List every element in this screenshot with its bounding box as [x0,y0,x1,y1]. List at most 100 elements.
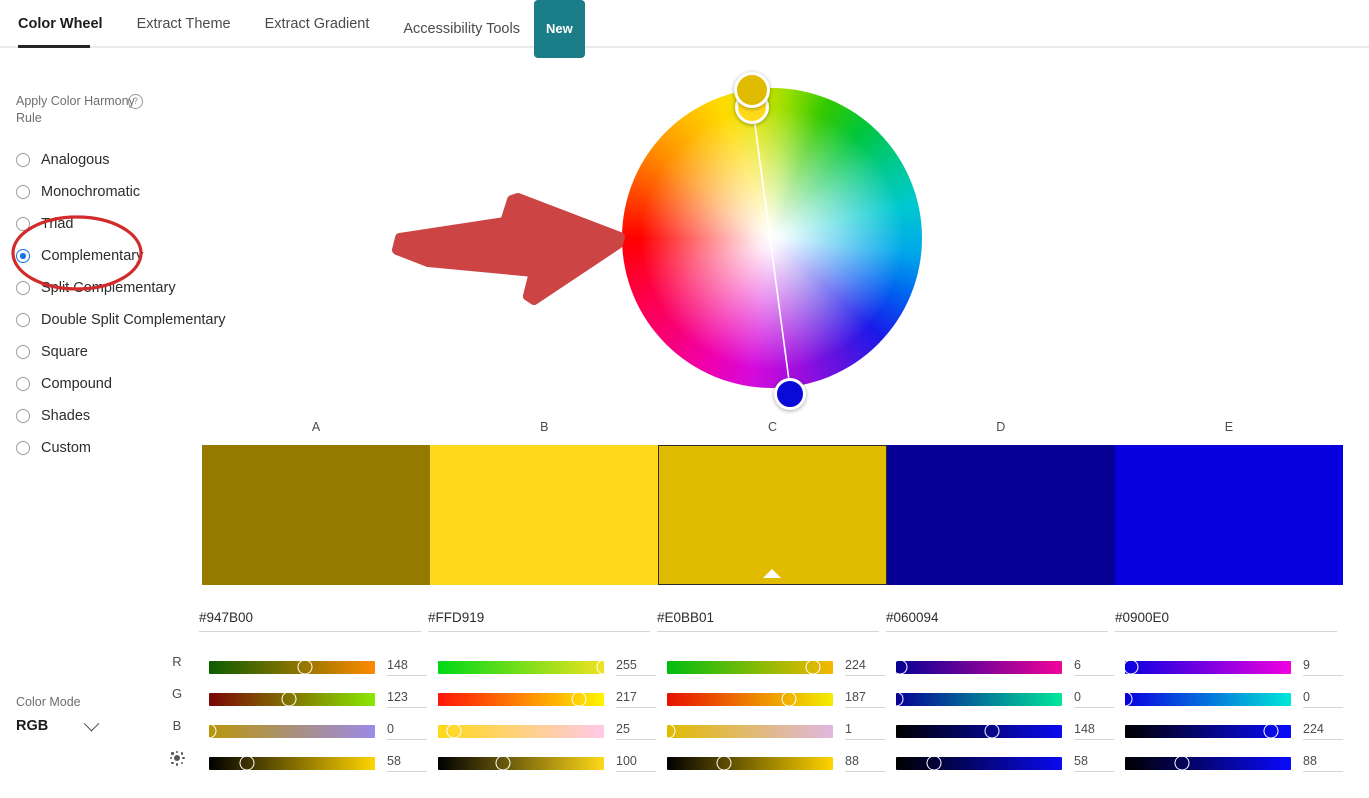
color-swatch-a[interactable] [202,445,430,585]
slider-track-g[interactable] [438,691,604,707]
slider-track-brightness[interactable] [209,755,375,771]
radio-button[interactable] [16,441,30,455]
slider-thumb-b[interactable] [1263,723,1279,739]
channel-value-r[interactable]: 9 [1303,658,1343,676]
slider-track-brightness[interactable] [1125,755,1291,771]
slider-track-g[interactable] [888,691,1062,707]
channel-value-r[interactable]: 6 [1074,658,1114,676]
channel-value-b[interactable]: 25 [616,722,656,740]
slider-thumb-brightness[interactable] [1174,755,1190,771]
color-swatch-e[interactable] [1115,445,1343,585]
hex-input-d[interactable]: #060094 [886,610,1108,632]
channel-value-b[interactable]: 0 [387,722,427,740]
harmony-option-triad[interactable]: Triad [16,208,256,240]
slider-track-brightness[interactable] [896,755,1062,771]
slider-track-b[interactable] [896,723,1062,739]
slider-track-b[interactable] [201,723,375,739]
slider-thumb-b[interactable] [201,723,217,739]
slider-track-b[interactable] [660,723,833,739]
color-wheel[interactable] [622,72,922,410]
channel-value-b[interactable]: 1 [845,722,885,740]
hex-input-e[interactable]: #0900E0 [1115,610,1337,632]
harmony-option-split-complementary[interactable]: Split Complementary [16,272,256,304]
radio-button[interactable] [16,377,30,391]
harmony-option-monochromatic[interactable]: Monochromatic [16,176,256,208]
harmony-option-square[interactable]: Square [16,336,256,368]
slider-thumb-g[interactable] [571,691,587,707]
radio-button[interactable] [16,281,30,295]
slider-thumb-r[interactable] [892,659,908,675]
harmony-option-analogous[interactable]: Analogous [16,144,256,176]
hex-input-c[interactable]: #E0BB01 [657,610,879,632]
hex-input-b[interactable]: #FFD919 [428,610,650,632]
slider-thumb-r[interactable] [1123,659,1139,675]
slider-track-g[interactable] [667,691,833,707]
channel-value-g[interactable]: 187 [845,690,885,708]
slider-track-r[interactable] [892,659,1062,675]
help-icon[interactable]: ? [128,94,143,109]
slider-thumb-g[interactable] [281,691,297,707]
slider-track-b[interactable] [1125,723,1291,739]
slider-thumb-r[interactable] [596,659,612,675]
channel-value-g[interactable]: 123 [387,690,427,708]
harmony-option-complementary[interactable]: Complementary [16,240,256,272]
radio-button[interactable] [16,249,30,263]
channel-value-b[interactable]: 148 [1074,722,1114,740]
slider-track-b[interactable] [438,723,604,739]
channel-value-g[interactable]: 0 [1074,690,1114,708]
radio-button[interactable] [16,217,30,231]
slider-thumb-r[interactable] [805,659,821,675]
slider-track-g[interactable] [209,691,375,707]
slider-track-r[interactable] [1123,659,1291,675]
slider-thumb-brightness[interactable] [239,755,255,771]
slider-thumb-r[interactable] [297,659,313,675]
radio-button[interactable] [16,345,30,359]
slider-thumb-g[interactable] [888,691,904,707]
color-swatch-c[interactable] [657,445,888,585]
color-mode-select[interactable]: RGB [16,715,100,734]
tab-extract-theme[interactable]: Extract Theme [120,0,248,48]
slider-thumb-brightness[interactable] [926,755,942,771]
top-tab-bar: Color Wheel Extract Theme Extract Gradie… [0,0,1369,58]
color-swatch-d[interactable] [887,445,1116,585]
slider-track-brightness[interactable] [667,755,833,771]
slider-thumb-brightness[interactable] [495,755,511,771]
color-swatch-b[interactable] [429,445,658,585]
slider-track-r[interactable] [667,659,833,675]
slider-track-r[interactable] [209,659,375,675]
tab-extract-gradient[interactable]: Extract Gradient [248,0,387,48]
channel-value-brightness[interactable]: 100 [616,754,656,772]
harmony-option-double-split-complementary[interactable]: Double Split Complementary [16,304,256,336]
channel-value-b[interactable]: 224 [1303,722,1343,740]
slider-track-g[interactable] [1117,691,1291,707]
channel-value-g[interactable]: 0 [1303,690,1343,708]
radio-button[interactable] [16,153,30,167]
channel-value-brightness[interactable]: 58 [387,754,427,772]
slider-thumb-b[interactable] [446,723,462,739]
radio-button[interactable] [16,313,30,327]
color-wheel-disc[interactable] [622,88,922,388]
channel-value-brightness[interactable]: 88 [845,754,885,772]
harmony-option-compound[interactable]: Compound [16,368,256,400]
slider-thumb-g[interactable] [781,691,797,707]
tab-accessibility-tools[interactable]: Accessibility Tools New [386,0,601,58]
hex-input-a[interactable]: #947B00 [199,610,421,632]
radio-button[interactable] [16,185,30,199]
channel-value-brightness[interactable]: 58 [1074,754,1114,772]
wheel-marker-blue[interactable] [774,378,806,410]
slider-thumb-brightness[interactable] [716,755,732,771]
harmony-option-label: Square [41,344,88,360]
radio-button[interactable] [16,409,30,423]
slider-thumb-b[interactable] [984,723,1000,739]
channel-value-r[interactable]: 148 [387,658,427,676]
channel-value-brightness[interactable]: 88 [1303,754,1343,772]
channel-value-r[interactable]: 224 [845,658,885,676]
slider-thumb-g[interactable] [1117,691,1133,707]
tab-color-wheel[interactable]: Color Wheel [18,0,120,48]
slider-track-brightness[interactable] [438,755,604,771]
slider-track-r[interactable] [438,659,612,675]
channel-value-r[interactable]: 255 [616,658,656,676]
channel-value-g[interactable]: 217 [616,690,656,708]
slider-thumb-b[interactable] [660,723,676,739]
wheel-marker-gold[interactable] [734,72,770,108]
